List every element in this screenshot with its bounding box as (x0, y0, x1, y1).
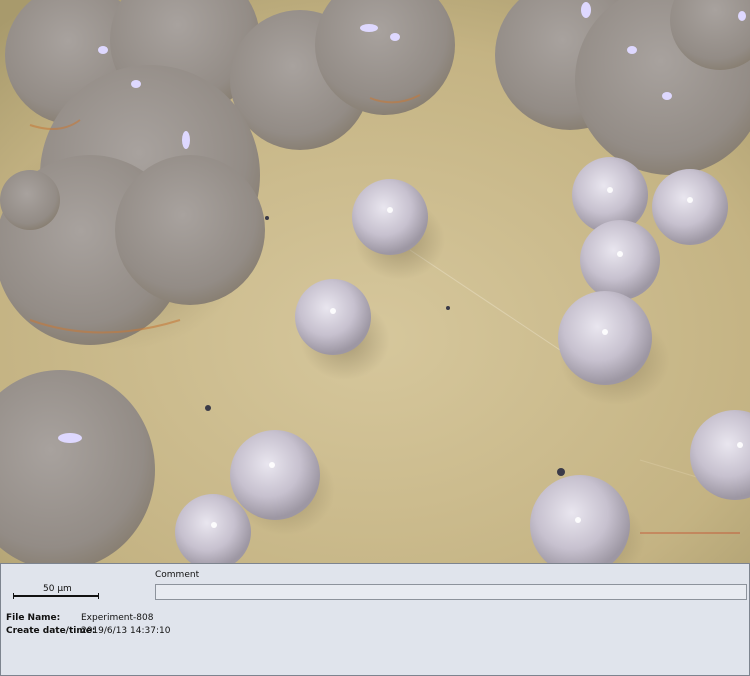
file-name-value: Experiment-808 (81, 613, 154, 623)
info-panel: 50 µm Comment File Name: Experiment-808 … (0, 563, 750, 676)
scale-bar (13, 593, 99, 599)
comment-field[interactable] (155, 584, 747, 600)
scale-bar-label: 50 µm (43, 584, 72, 594)
comment-label: Comment (155, 570, 200, 580)
file-name-label: File Name: (6, 613, 61, 623)
create-date-value: 2019/6/13 14:37:10 (81, 626, 171, 636)
micrograph-image (0, 0, 750, 563)
